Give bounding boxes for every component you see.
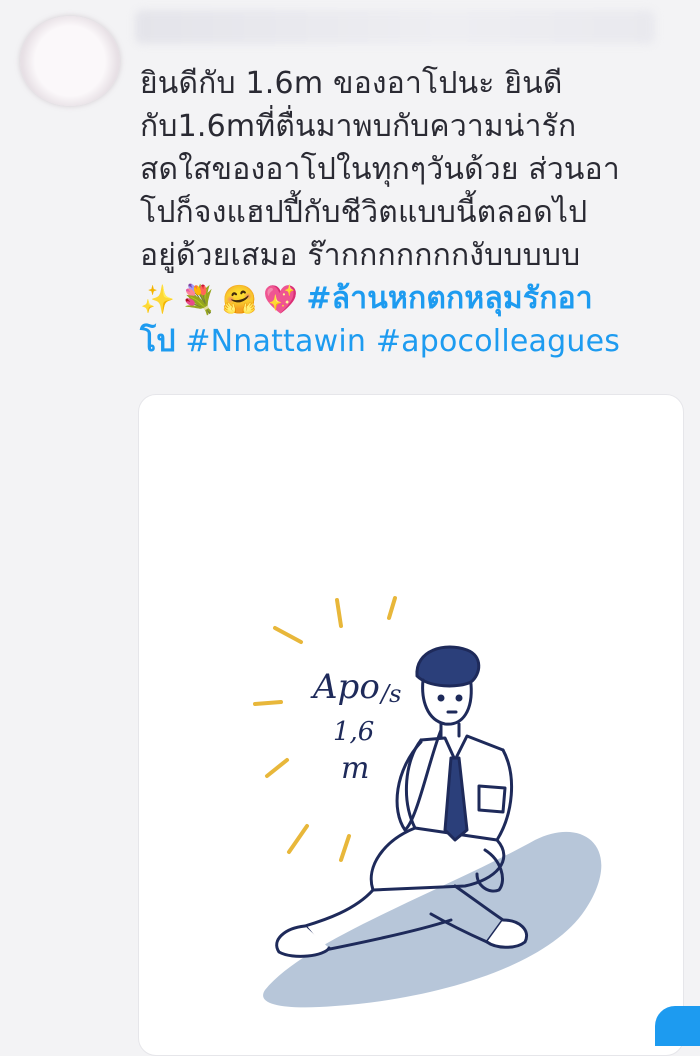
tweet-line-hashtags: โป #Nnattawin #apocolleagues bbox=[140, 320, 680, 363]
floating-compose-button[interactable] bbox=[655, 1006, 700, 1046]
avatar[interactable] bbox=[20, 16, 120, 106]
illustration-image: Apo /s 1,6 m bbox=[253, 596, 602, 1008]
bouquet-icon: 💐 bbox=[181, 282, 217, 316]
hashtag-nnattawin[interactable]: #Nnattawin bbox=[185, 324, 366, 359]
illustration-text-m: m bbox=[341, 751, 369, 786]
illustration-text-1-6: 1,6 bbox=[333, 717, 374, 747]
blurred-username-header bbox=[135, 10, 655, 44]
tweet-line: โปก็จงแฮปปี้กับชีวิตแบบนี้ตลอดไป bbox=[140, 195, 588, 230]
tweet-line: สดใสของอาโปในทุกๆวันด้วย ส่วนอา bbox=[140, 152, 620, 187]
tweet-line: อยู่ด้วยเสมอ ร๊ากกกกกกกงับบบบบ bbox=[140, 238, 581, 273]
sparkles-icon: ✨ bbox=[140, 282, 176, 316]
tweet-line-emoji-hashtag: ✨ 💐 🤗 💖 #ล้านหกตกหลุมรักอา bbox=[140, 277, 680, 320]
tweet-line: ยินดีกับ 1.6m ของอาโปนะ ยินดี bbox=[140, 66, 563, 101]
hashtag-link-continuation[interactable]: โป bbox=[140, 324, 176, 359]
tweet-text: ยินดีกับ 1.6m ของอาโปนะ ยินดี กับ1.6mที่… bbox=[140, 62, 680, 363]
emoji-group: ✨ 💐 🤗 💖 bbox=[140, 282, 299, 316]
hugging-face-icon: 🤗 bbox=[222, 282, 258, 316]
ground-shadow bbox=[263, 831, 602, 1008]
sparkling-heart-icon: 💖 bbox=[263, 282, 299, 316]
illustration-text-s: /s bbox=[379, 680, 401, 708]
hashtag-link[interactable]: #ล้านหกตกหลุมรักอา bbox=[306, 281, 593, 316]
tweet-line: กับ1.6mที่ตื่นมาพบกับความน่ารัก bbox=[140, 109, 577, 144]
illustration-text-apo: Apo bbox=[310, 667, 380, 707]
hashtag-apocolleagues[interactable]: #apocolleagues bbox=[376, 324, 620, 359]
